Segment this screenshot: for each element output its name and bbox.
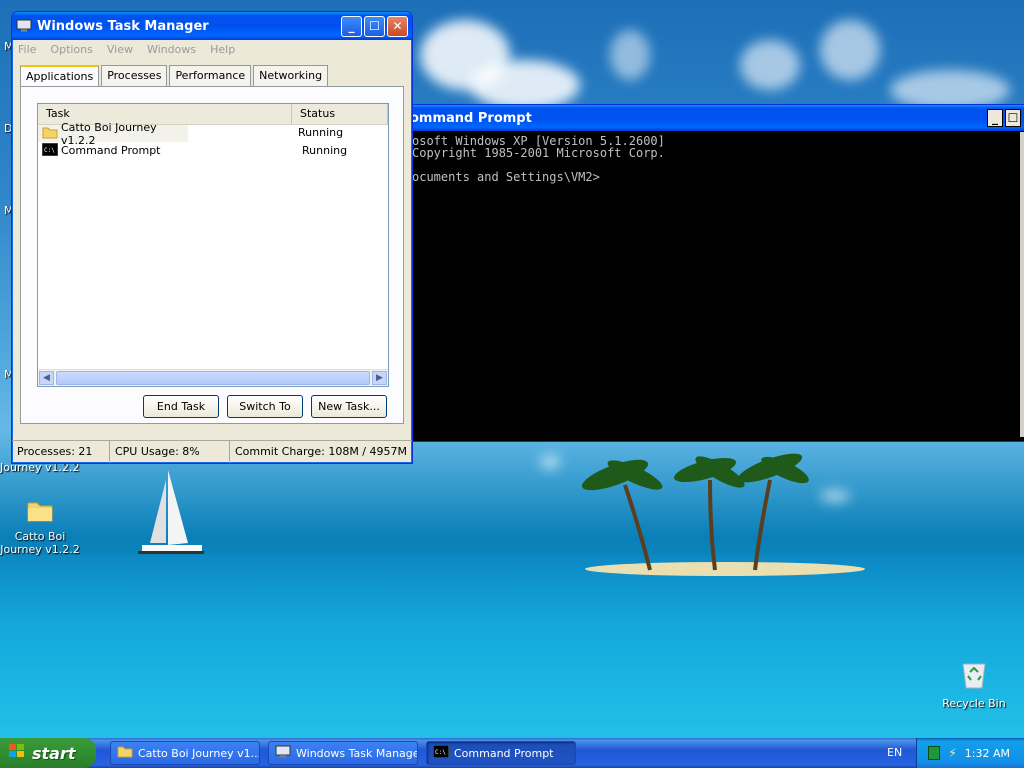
status-bar: Processes: 21 CPU Usage: 8% Commit Charg…: [12, 440, 412, 463]
clock[interactable]: 1:32 AM: [965, 747, 1010, 760]
task-row[interactable]: Catto Boi Journey v1.2.2: [38, 121, 188, 147]
taskbar-item-catto-boi[interactable]: Catto Boi Journey v1...: [110, 741, 260, 765]
desktop-icon-recycle-bin[interactable]: Recycle Bin: [934, 658, 1014, 710]
horizontal-scrollbar[interactable]: ◀ ▶: [38, 369, 388, 386]
command-prompt-window[interactable]: ommand Prompt _ ☐ osoft Windows XP [Vers…: [405, 104, 1024, 442]
tab-processes[interactable]: Processes: [101, 65, 168, 88]
task-manager-icon: [275, 745, 291, 762]
cmd-output[interactable]: osoft Windows XP [Version 5.1.2600] Copy…: [406, 131, 1024, 187]
task-manager-titlebar[interactable]: Windows Task Manager _ ☐ ✕: [12, 12, 412, 40]
desktop-icon-label: Catto Boi Journey v1.2.2: [0, 530, 80, 556]
cmd-titlebar[interactable]: ommand Prompt _ ☐: [406, 105, 1024, 131]
taskbar-item-label: Windows Task Manager: [296, 746, 418, 760]
menu-file[interactable]: File: [18, 43, 36, 56]
desktop-icon-label: Recycle Bin: [942, 697, 1006, 710]
status-cpu-usage: CPU Usage: 8%: [110, 441, 230, 463]
cmd-icon: C:\: [41, 142, 59, 159]
menu-help[interactable]: Help: [210, 43, 235, 56]
switch-to-button[interactable]: Switch To: [227, 395, 303, 418]
close-button[interactable]: ✕: [387, 15, 408, 37]
task-list[interactable]: Task Status Catto Boi Journey v1.2.2 Run…: [37, 103, 389, 387]
end-task-button[interactable]: End Task: [143, 395, 219, 418]
task-manager-icon: [16, 19, 32, 33]
network-icon[interactable]: [928, 746, 941, 760]
taskbar-item-label: Catto Boi Journey v1...: [138, 746, 260, 760]
safely-remove-hardware-icon[interactable]: ⚡: [948, 746, 956, 760]
maximize-button[interactable]: ☐: [364, 15, 385, 37]
desktop-icon-catto-boi-journey[interactable]: Catto Boi Journey v1.2.2: [0, 497, 80, 556]
applications-panel: Task Status Catto Boi Journey v1.2.2 Run…: [20, 86, 404, 424]
cmd-title: ommand Prompt: [410, 110, 532, 126]
taskbar-item-task-manager[interactable]: Windows Task Manager: [268, 741, 418, 765]
task-status: Running: [302, 144, 348, 157]
menu-windows[interactable]: Windows: [147, 43, 196, 56]
recycle-bin-icon: [934, 658, 1014, 693]
palm-trees: [581, 453, 809, 571]
cmd-scrollbar[interactable]: [1020, 132, 1024, 437]
taskbar: start Catto Boi Journey v1... Windows Ta…: [0, 738, 1024, 768]
start-button[interactable]: start: [0, 738, 96, 768]
folder-icon: [117, 745, 133, 761]
cmd-icon: C:\: [432, 744, 450, 761]
task-row[interactable]: C:\ Command Prompt Running: [38, 142, 388, 159]
taskbar-item-label: Command Prompt: [454, 746, 554, 760]
column-header-status[interactable]: Status: [292, 104, 388, 124]
start-label: start: [32, 743, 76, 763]
window-title: Windows Task Manager: [37, 18, 209, 34]
tab-applications[interactable]: Applications: [20, 65, 100, 88]
status-processes: Processes: 21: [12, 441, 110, 463]
maximize-button[interactable]: ☐: [1005, 109, 1021, 127]
menu-options[interactable]: Options: [50, 43, 92, 56]
svg-text:C:\: C:\: [435, 749, 446, 756]
minimize-button[interactable]: _: [341, 15, 362, 37]
cmd-line: ocuments and Settings\VM2>: [412, 170, 600, 184]
language-indicator[interactable]: EN: [887, 746, 902, 759]
tab-performance[interactable]: Performance: [169, 65, 252, 88]
minimize-button[interactable]: _: [987, 109, 1003, 127]
scroll-thumb[interactable]: [56, 371, 370, 385]
folder-icon: [42, 126, 58, 142]
status-commit-charge: Commit Charge: 108M / 4957M: [234, 445, 407, 458]
menu-view[interactable]: View: [107, 43, 133, 56]
menu-bar: File Options View Windows Help: [12, 40, 412, 59]
task-manager-window[interactable]: Windows Task Manager _ ☐ ✕ File Options …: [11, 11, 413, 464]
windows-logo-icon: [8, 743, 26, 763]
new-task-button[interactable]: New Task...: [311, 395, 387, 418]
scroll-right-button[interactable]: ▶: [372, 371, 387, 385]
taskbar-item-command-prompt[interactable]: C:\ Command Prompt: [426, 741, 576, 765]
task-name: Command Prompt: [61, 144, 161, 157]
task-status: Running: [298, 126, 344, 139]
tab-strip: Applications Processes Performance Netwo…: [20, 65, 412, 88]
svg-text:C:\: C:\: [44, 147, 55, 154]
tab-networking[interactable]: Networking: [253, 65, 329, 88]
folder-icon: [0, 497, 80, 526]
cmd-line: Copyright 1985-2001 Microsoft Corp.: [412, 146, 665, 160]
scroll-left-button[interactable]: ◀: [39, 371, 54, 385]
sailboat: [138, 470, 204, 554]
system-tray: ⚡ 1:32 AM: [916, 738, 1024, 768]
